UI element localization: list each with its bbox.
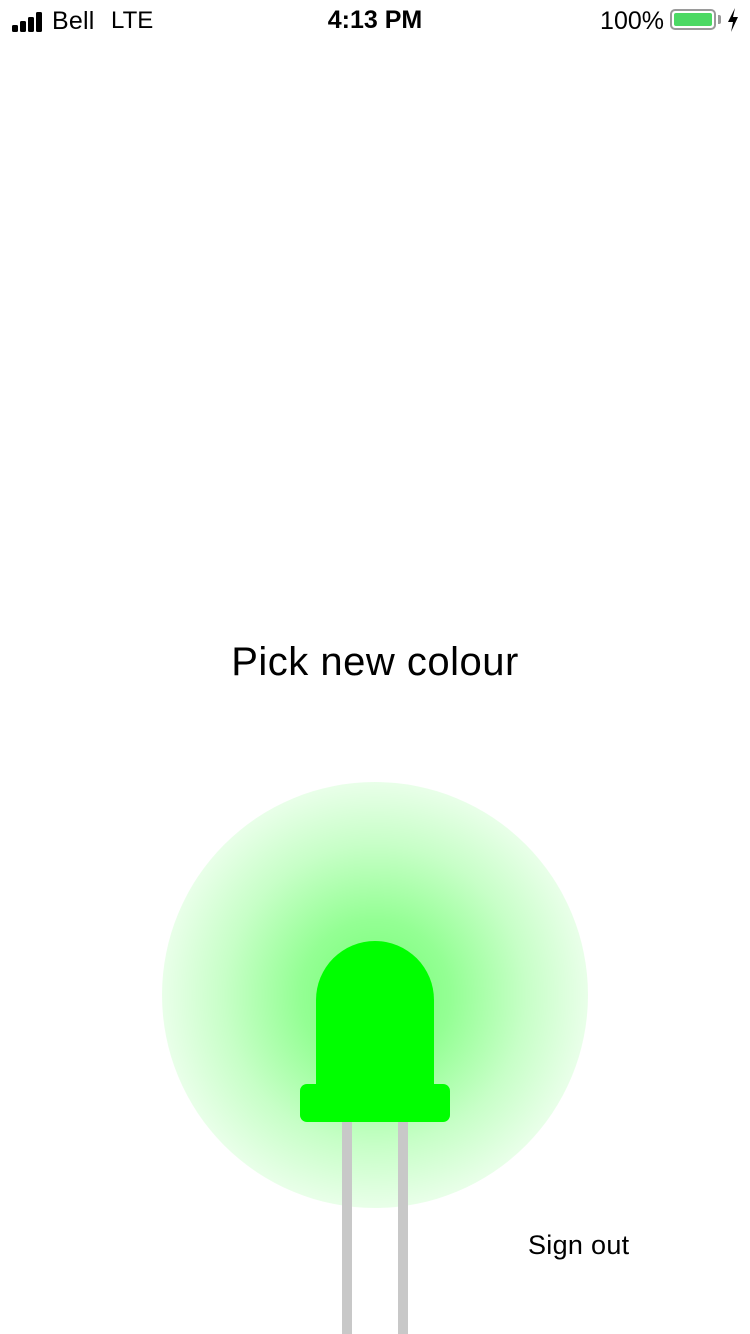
status-bar: Bell LTE 4:13 PM 100% [0, 0, 750, 40]
led-leg-left [342, 1122, 352, 1334]
charging-bolt-icon [728, 8, 738, 32]
pick-new-colour-button[interactable]: Pick new colour [0, 640, 750, 685]
led-bulb-icon[interactable] [316, 941, 434, 1101]
battery-level-fill [674, 13, 712, 26]
led-leg-right [398, 1122, 408, 1334]
battery-full-icon [670, 9, 716, 30]
battery-terminal [718, 15, 721, 24]
sign-out-button[interactable]: Sign out [528, 1230, 629, 1261]
led-base[interactable] [300, 1084, 450, 1122]
battery-percentage: 100% [600, 7, 664, 35]
